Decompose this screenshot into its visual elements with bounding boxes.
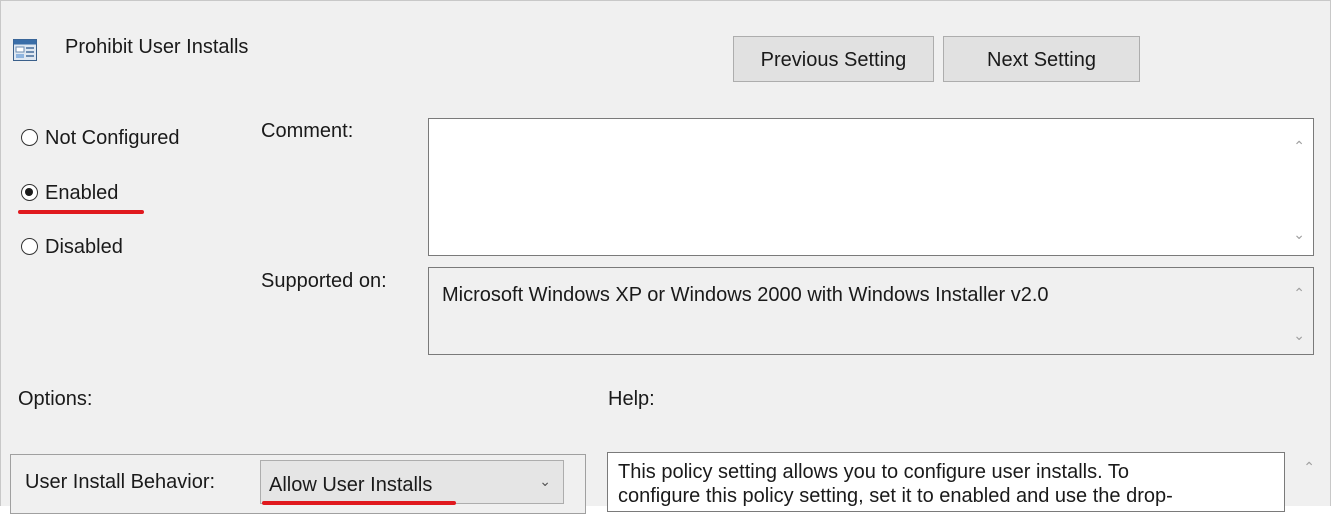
radio-label: Disabled	[45, 236, 123, 258]
options-label: Options:	[18, 388, 93, 410]
policy-setting-icon	[13, 39, 37, 61]
help-scrollbar[interactable]: ⌃	[1291, 452, 1321, 507]
chevron-down-icon[interactable]: ⌄	[1293, 227, 1305, 241]
radio-label: Enabled	[45, 182, 119, 204]
help-label: Help:	[608, 388, 655, 410]
supported-on-label: Supported on:	[261, 270, 387, 292]
radio-circle[interactable]	[21, 238, 38, 255]
policy-title: Prohibit User Installs	[65, 36, 249, 58]
user-install-behavior-label: User Install Behavior:	[25, 471, 216, 493]
chevron-up-icon[interactable]: ⌃	[1293, 139, 1305, 153]
comment-label: Comment:	[261, 120, 354, 142]
radio-disabled[interactable]: Disabled	[21, 234, 241, 264]
next-setting-button[interactable]: Next Setting	[943, 36, 1140, 82]
chevron-down-icon[interactable]: ⌄	[1293, 328, 1305, 342]
radio-circle-selected[interactable]	[21, 184, 38, 201]
annotation-underline-allow-user-installs	[262, 501, 456, 505]
chevron-up-icon[interactable]: ⌃	[1303, 460, 1315, 474]
radio-circle[interactable]	[21, 129, 38, 146]
supported-on-value: Microsoft Windows XP or Windows 2000 wit…	[442, 284, 1049, 306]
supported-on-field: Microsoft Windows XP or Windows 2000 wit…	[428, 267, 1314, 355]
chevron-up-icon[interactable]: ⌃	[1293, 286, 1305, 300]
dropdown-value: Allow User Installs	[269, 474, 433, 496]
radio-enabled[interactable]: Enabled	[21, 180, 241, 210]
help-text-box[interactable]: This policy setting allows you to config…	[607, 452, 1285, 512]
user-install-behavior-dropdown[interactable]: Allow User Installs ⌄	[260, 460, 564, 504]
radio-not-configured[interactable]: Not Configured	[21, 125, 241, 155]
help-text-line: This policy setting allows you to config…	[618, 461, 1129, 483]
radio-label: Not Configured	[45, 127, 180, 149]
policy-dialog: Prohibit User Installs Previous Setting …	[0, 0, 1331, 514]
chevron-down-icon[interactable]: ⌄	[539, 473, 551, 490]
previous-setting-button[interactable]: Previous Setting	[733, 36, 934, 82]
comment-textarea[interactable]: ⌃ ⌄	[428, 118, 1314, 256]
annotation-underline-enabled	[18, 210, 144, 214]
help-text-line: configure this policy setting, set it to…	[618, 485, 1173, 507]
